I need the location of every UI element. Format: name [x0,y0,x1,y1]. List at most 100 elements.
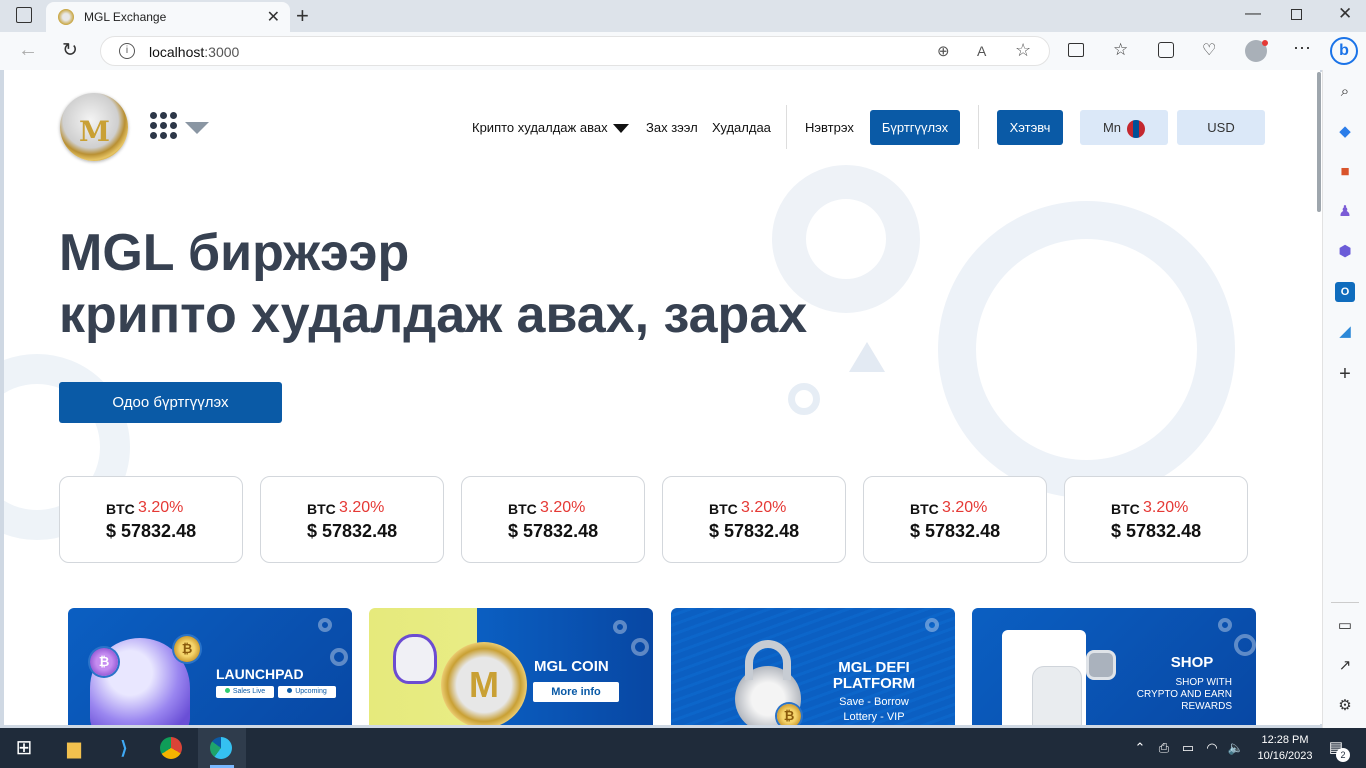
currency-button[interactable]: USD [1177,110,1265,145]
outlook-icon[interactable]: O [1335,282,1355,302]
sales-live-tag: Sales Live [216,686,274,698]
nav-trade[interactable]: Худалдаа [712,120,771,135]
favorite-star-icon[interactable]: ☆ [1015,40,1031,61]
edge-sidebar: ⌕ ◆ ■ ♟ ⬢ O ◢ + ▭ ↗ ⚙ [1322,70,1366,728]
show-hidden-icons[interactable]: ⌃ [1128,736,1152,760]
sidebar-divider [1331,602,1359,603]
launchpad-banner[interactable]: ₿ ₿ LAUNCHPAD Sales Live Upcoming [68,608,352,725]
minimize-icon[interactable]: — [1245,5,1261,23]
back-icon[interactable]: ← [18,39,38,62]
wallet-button[interactable]: Хэтэвч [997,110,1063,145]
apps-dropdown-icon[interactable] [185,122,209,134]
ticker-card[interactable]: BTC 3.20% $ 57832.48 [260,476,444,563]
ticker-change: 3.20% [942,499,988,516]
ticker-symbol: BTC [1111,501,1140,517]
zoom-icon[interactable]: ⊕ [937,42,950,60]
favorites-icon[interactable]: ☆ [1113,40,1128,60]
collections-icon[interactable] [1158,42,1174,58]
url-input[interactable]: i localhost:3000 ⊕ A ☆ [100,36,1050,66]
close-window-icon[interactable]: ✕ [1338,4,1352,24]
bitcoin-coin-icon: ₿ [174,636,200,662]
tab-title: MGL Exchange [84,10,167,24]
scrollbar-thumb[interactable] [1317,72,1321,212]
settings-gear-icon[interactable]: ⚙ [1335,696,1355,716]
defi-title-line2: PLATFORM [832,675,916,692]
nav-market[interactable]: Зах зээл [646,120,698,135]
ticker-change: 3.20% [339,499,385,516]
games-icon[interactable]: ♟ [1335,202,1355,222]
padlock-shackle-icon [745,640,791,680]
nav-divider [786,105,787,149]
defi-sub-line2: Lottery - VIP [843,711,905,723]
tab-actions-icon[interactable] [16,7,32,23]
ticker-card[interactable]: BTC 3.20% $ 57832.48 [59,476,243,563]
system-clock[interactable]: 12:28 PM 10/16/2023 [1250,732,1320,764]
volume-icon[interactable]: 🔈 [1224,736,1248,760]
mgl-logo[interactable]: M [60,93,128,161]
defi-banner[interactable]: ₿ MGL DEFI PLATFORM Save - Borrow Lotter… [671,608,955,725]
mgl-coin-banner[interactable]: M MGL COIN More info [369,608,653,725]
watch-icon [1086,650,1116,680]
ticker-card[interactable]: BTC 3.20% $ 57832.48 [662,476,846,563]
read-aloud-icon[interactable]: A [977,43,986,59]
drop-icon[interactable]: ◢ [1335,322,1355,342]
more-info-button[interactable]: More info [533,682,619,702]
search-icon[interactable]: ⌕ [1335,82,1355,102]
close-tab-icon[interactable]: ✕ [267,7,280,27]
defi-title-line1: MGL DEFI [838,659,910,676]
add-sidebar-app-icon[interactable]: + [1335,364,1355,384]
edge-icon[interactable] [210,737,232,759]
url-text: localhost:3000 [149,44,240,60]
split-screen-icon[interactable] [1068,43,1084,57]
bg-circle-decor [788,383,820,415]
shop-title: SHOP [1170,654,1214,671]
apps-grid-icon[interactable] [150,112,178,140]
battery-icon[interactable]: ▭ [1176,736,1200,760]
site-info-icon[interactable]: i [119,43,135,59]
ticker-change: 3.20% [138,499,184,516]
register-button[interactable]: Бүртгүүлэх [870,110,960,145]
ticker-card[interactable]: BTC 3.20% $ 57832.48 [461,476,645,563]
shopping-tag-icon[interactable]: ◆ [1335,122,1355,142]
ticker-symbol: BTC [508,501,537,517]
more-options-icon[interactable]: ⋯ [1293,38,1311,59]
m365-icon[interactable]: ⬢ [1335,242,1355,262]
vscode-icon[interactable]: ⟩ [112,736,136,760]
copilot-icon[interactable]: b [1330,37,1358,65]
language-button[interactable]: Mn [1080,110,1168,145]
restore-icon[interactable] [1291,9,1302,20]
windows-taskbar: ⊞ ▆ ⟩ ⌃ ⎙ ▭ ◠ 🔈 12:28 PM 10/16/2023 ▤ 2 [0,728,1366,768]
tab-bar: MGL Exchange ✕ + — ✕ [0,0,1366,32]
astronaut-icon [393,634,437,684]
clock-time: 12:28 PM [1261,734,1309,746]
shop-banner[interactable]: SHOP SHOP WITH CRYPTO AND EARN REWARDS [972,608,1256,725]
file-explorer-icon[interactable]: ▆ [62,736,86,760]
ticker-symbol: BTC [910,501,939,517]
refresh-icon[interactable]: ↻ [62,39,78,62]
new-tab-button[interactable]: + [296,3,309,29]
favicon-icon [58,9,74,25]
hero-title-line1: MGL биржээр [59,224,410,282]
meet-now-icon[interactable]: ⎙ [1152,736,1176,760]
browser-essentials-icon[interactable]: ♡ [1202,40,1216,60]
ticker-price: $ 57832.48 [307,521,398,541]
mongolia-flag-icon [1127,119,1146,138]
ticker-change: 3.20% [1143,499,1189,516]
tools-icon[interactable]: ■ [1335,162,1355,182]
hoodie-icon [1032,666,1082,725]
open-external-icon[interactable]: ↗ [1335,656,1355,676]
bitcoin-coin-icon: ₿ [90,648,118,676]
ticker-card[interactable]: BTC 3.20% $ 57832.48 [863,476,1047,563]
windows-start-icon[interactable]: ⊞ [12,736,36,760]
nav-buy-crypto[interactable]: Крипто худалдаж авах [472,120,630,135]
register-now-button[interactable]: Одоо бүртгүүлэх [59,382,282,423]
ticker-symbol: BTC [307,501,336,517]
login-link[interactable]: Нэвтрэх [805,120,854,135]
ticker-card[interactable]: BTC 3.20% $ 57832.48 [1064,476,1248,563]
sidebar-layout-icon[interactable]: ▭ [1335,616,1355,636]
chrome-icon[interactable] [160,737,182,759]
address-bar: ← ↻ i localhost:3000 ⊕ A ☆ ☆ ♡ ⋯ b [0,32,1366,70]
clock-date: 10/16/2023 [1257,750,1313,762]
tab-mgl-exchange[interactable]: MGL Exchange ✕ [46,2,290,32]
wifi-icon[interactable]: ◠ [1200,736,1224,760]
